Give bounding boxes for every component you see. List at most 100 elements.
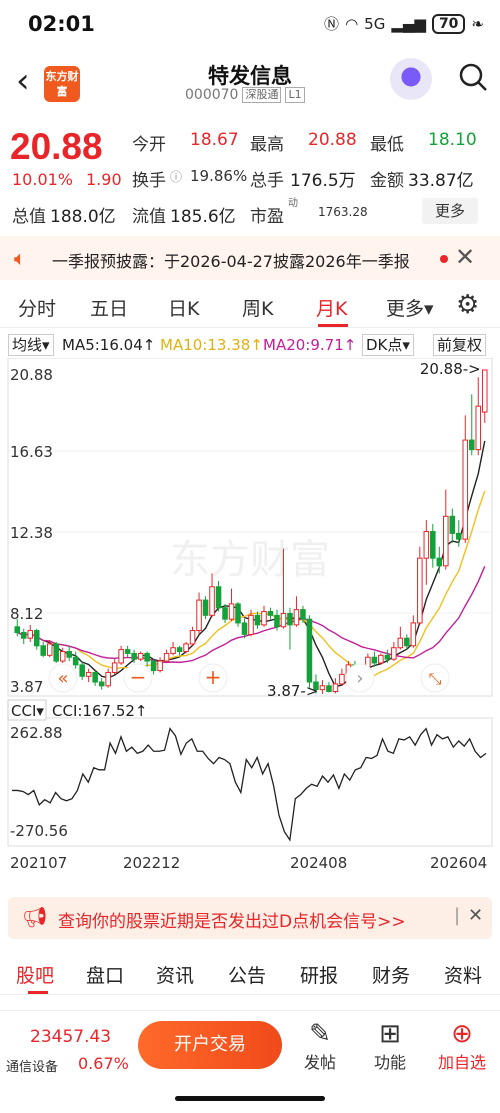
info-icon[interactable]: ⓘ — [170, 168, 182, 185]
level-tag: L1 — [285, 87, 305, 103]
tab-research[interactable]: 研报 — [300, 961, 338, 988]
candle-body — [202, 599, 209, 616]
candle-body — [261, 611, 267, 626]
more-button[interactable]: 更多 — [422, 198, 478, 224]
change-percent: 10.01% — [12, 170, 74, 189]
post-label: 发帖 — [303, 1053, 336, 1072]
search-icon[interactable] — [458, 62, 488, 92]
tab-financials[interactable]: 财务 — [372, 961, 410, 988]
candle-body — [98, 681, 105, 687]
amount-value: 33.87亿 — [408, 171, 474, 191]
candle-body — [105, 671, 111, 687]
candle-body — [14, 626, 21, 633]
pe-label: 市盈 — [250, 207, 284, 227]
dk-signal-banner[interactable]: 📢︎ 查询你的股票近期是否发出过D点机会信号>> | ✕ — [8, 897, 492, 939]
candle-body — [378, 654, 384, 664]
home-indicator — [175, 1096, 325, 1101]
function-button[interactable]: ⊞ 功能 — [360, 1019, 420, 1073]
candle-body — [196, 599, 202, 632]
cci-min-label: -270.56 — [10, 822, 68, 840]
network-type: 5G — [364, 14, 386, 33]
sector-index-value[interactable]: 23457.43 — [30, 1027, 111, 1047]
header: ‹ 东方财富 特发信息 000070 深股通 L1 — [0, 50, 500, 115]
dk-label: DK点 — [366, 336, 403, 354]
zoom-out-button: − — [123, 663, 153, 693]
tab-more[interactable]: 更多▾ — [386, 294, 434, 321]
candle-body — [176, 647, 183, 653]
candle-body — [391, 647, 397, 660]
candle-body — [410, 622, 417, 647]
mcap-label: 总值 — [12, 207, 46, 227]
cci-max-label: 262.88 — [10, 724, 63, 742]
candle-body — [170, 647, 176, 654]
candle-body — [85, 671, 92, 677]
close-icon[interactable]: ✕ — [468, 905, 483, 926]
candle-body — [319, 685, 326, 691]
candle-body — [118, 649, 124, 664]
candle-body — [332, 683, 339, 693]
notice-text: 一季报预披露：于2026-04-27披露2026年一季报 — [52, 252, 410, 271]
tab-news[interactable]: 资讯 — [156, 961, 194, 988]
max-price-marker: 20.88-> — [420, 360, 481, 378]
ma-type-label: 均线 — [12, 336, 43, 354]
candle-body — [280, 612, 287, 628]
candle-body — [306, 618, 313, 683]
pe-value: 1763.28 — [318, 205, 368, 219]
tab-weekly[interactable]: 周K — [242, 294, 273, 321]
assistant-robot-icon[interactable] — [390, 58, 432, 100]
high-label: 最高 — [250, 135, 284, 155]
tab-forum[interactable]: 股吧 — [16, 961, 54, 988]
plus-circle-icon: ⊕ — [451, 1019, 473, 1049]
candle-body — [53, 643, 59, 662]
open-account-trade-button[interactable]: 开户交易 — [138, 1021, 282, 1069]
candle-body — [300, 609, 306, 620]
notice-bar[interactable]: 🔈︎ 一季报预披露：于2026-04-27披露2026年一季报 ✕ — [0, 236, 500, 280]
price-axis-label: 16.63 — [10, 443, 53, 461]
tab-5day[interactable]: 五日 — [90, 294, 128, 321]
candle-body — [124, 649, 131, 654]
candle-body — [157, 660, 163, 672]
tab-daily[interactable]: 日K — [168, 294, 199, 321]
low-value: 18.10 — [428, 130, 477, 150]
cci-line — [12, 727, 487, 842]
x-axis-label: 202408 — [290, 854, 347, 872]
quote-panel: 20.88 10.01% 1.90 今开 18.67 最高 20.88 最低 1… — [0, 122, 500, 230]
battery-level: 70 — [431, 13, 466, 34]
x-axis-label: 202604 — [430, 854, 487, 872]
candle-body — [92, 671, 98, 683]
candle-body — [475, 405, 482, 451]
turnover-value: 19.86% — [190, 167, 248, 185]
tab-announcements[interactable]: 公告 — [228, 961, 266, 988]
change-amount: 1.90 — [86, 170, 122, 189]
candle-body — [397, 637, 404, 649]
tab-intraday[interactable]: 分时 — [18, 294, 56, 321]
ma-type-select[interactable]: 均线▾ — [8, 334, 54, 356]
tab-orderbook[interactable]: 盘口 — [86, 961, 124, 988]
post-button[interactable]: ✎ 发帖 — [290, 1019, 350, 1073]
candle-body — [287, 612, 293, 626]
amount-label: 金额 — [370, 171, 404, 191]
sector-name: 通信设备 — [6, 1060, 59, 1075]
kline-chart[interactable]: 东方财富 20.88 16.63 12.38 8.12 3.87 20.88-> 3.87-… — [0, 358, 500, 878]
float-value: 185.6亿 — [170, 207, 236, 227]
tab-profile[interactable]: 资料 — [444, 961, 482, 988]
chevrons-left-icon: « — [57, 668, 68, 689]
add-watchlist-button[interactable]: ⊕ 加自选 — [432, 1019, 492, 1073]
sector-change: 0.67% — [78, 1054, 129, 1073]
add-label: 加自选 — [437, 1053, 486, 1072]
plus-icon: + — [205, 665, 222, 689]
candle-body — [371, 656, 378, 664]
wifi-icon: ◠ — [345, 14, 359, 33]
settings-gear-icon[interactable]: ⚙ — [456, 290, 479, 320]
status-icons: Ⓝ ◠ 5G ▂▄▆ 70 ❧ — [324, 13, 484, 34]
tab-monthly[interactable]: 月K — [316, 294, 347, 321]
high-value: 20.88 — [308, 130, 357, 150]
adjust-button[interactable]: 前复权 — [433, 334, 487, 356]
candle-body — [40, 645, 46, 656]
dk-point-select[interactable]: DK点▾ — [362, 334, 414, 356]
x-axis-labels: 202107 202212 202408 202604 — [10, 854, 487, 872]
candle-body — [326, 685, 332, 693]
candle-body — [293, 609, 300, 626]
candle-body — [449, 515, 456, 534]
close-icon[interactable]: ✕ — [455, 243, 475, 271]
